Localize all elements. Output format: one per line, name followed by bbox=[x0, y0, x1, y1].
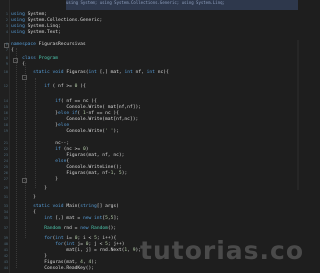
line-number-gutter bbox=[0, 0, 10, 273]
line-number: 29 bbox=[3, 186, 8, 190]
line-number: 39 bbox=[3, 236, 8, 240]
line-number: 7 bbox=[5, 48, 8, 52]
line-number: 42 bbox=[3, 254, 8, 258]
line-number: 18 bbox=[3, 123, 8, 127]
code-editor[interactable]: - - - - using System; using System.Colle… bbox=[4, 0, 300, 273]
code-line[interactable]: namespace FigurasRecursivas bbox=[11, 42, 86, 48]
line-number: 3 bbox=[5, 24, 8, 28]
line-number: 34 bbox=[3, 210, 8, 214]
line-number: 21 bbox=[3, 141, 8, 145]
code-line[interactable]: Console.Write(' '); bbox=[11, 129, 119, 135]
line-number: 26 bbox=[3, 171, 8, 175]
code-line[interactable]: } bbox=[11, 186, 47, 192]
line-number: 10 bbox=[3, 70, 8, 74]
line-number: 24 bbox=[3, 159, 8, 163]
code-line[interactable]: using System.Text; bbox=[11, 30, 61, 36]
line-number: 15 bbox=[3, 105, 8, 109]
line-number: 16 bbox=[3, 111, 8, 115]
line-number: 41 bbox=[3, 248, 8, 252]
line-number: 12 bbox=[3, 84, 8, 88]
line-number: 27 bbox=[3, 177, 8, 181]
line-number: 19 bbox=[3, 129, 8, 133]
line-number: 4 bbox=[5, 30, 8, 34]
line-number: 22 bbox=[3, 147, 8, 151]
line-number: 14 bbox=[3, 99, 8, 103]
line-number: 40 bbox=[3, 242, 8, 246]
line-number: 25 bbox=[3, 165, 8, 169]
code-line[interactable]: { bbox=[11, 48, 14, 54]
watermark-logo: tutorias.co bbox=[140, 236, 305, 265]
code-line[interactable]: int [,] mat = new int[5,5]; bbox=[11, 216, 119, 222]
line-number: 33 bbox=[3, 204, 8, 208]
line-number: 1 bbox=[5, 12, 8, 16]
line-number: 23 bbox=[3, 153, 8, 157]
code-line[interactable]: { bbox=[11, 62, 25, 68]
line-number: 43 bbox=[3, 260, 8, 264]
line-number: 8 bbox=[5, 56, 8, 60]
line-number: 44 bbox=[3, 266, 8, 270]
code-line[interactable]: if ( nf >= 0 ){ bbox=[11, 84, 86, 90]
code-line[interactable]: Random rnd = new Random(); bbox=[11, 226, 116, 232]
code-line[interactable]: static void Figuras(int [,] mat, int nf,… bbox=[11, 70, 169, 76]
line-number: 31 bbox=[3, 195, 8, 199]
code-line[interactable]: Console.ReadKey(); bbox=[11, 266, 94, 272]
line-number: 2 bbox=[5, 18, 8, 22]
line-number: 17 bbox=[3, 117, 8, 121]
code-line[interactable]: } bbox=[11, 195, 36, 201]
line-number: 6 bbox=[5, 42, 8, 46]
vertical-scrollbar-track[interactable] bbox=[297, 40, 299, 190]
line-number: 35 bbox=[3, 216, 8, 220]
line-number: 9 bbox=[5, 62, 8, 66]
line-number: 37 bbox=[3, 226, 8, 230]
code-line[interactable]: } bbox=[11, 177, 58, 183]
